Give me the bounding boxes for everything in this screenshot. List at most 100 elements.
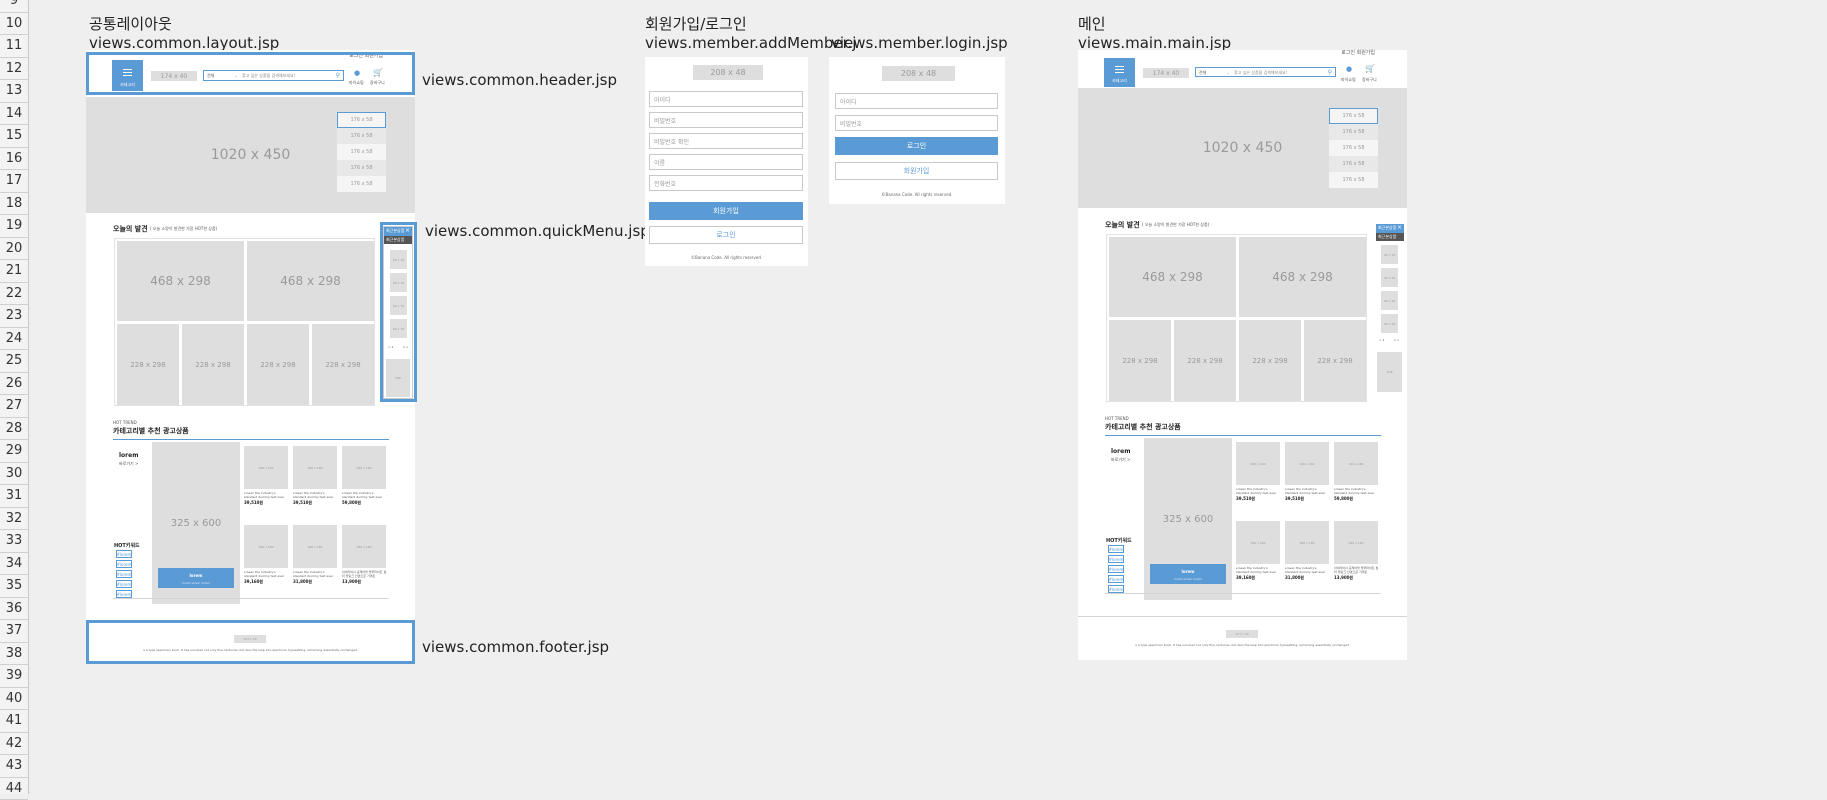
row-number[interactable]: 26	[0, 373, 28, 396]
keyword-tag[interactable]: #lorem	[116, 570, 132, 578]
main-footer-logo-placeholder[interactable]: 157 x 34	[1226, 630, 1258, 638]
row-number[interactable]: 41	[0, 710, 28, 733]
quick-menu-item[interactable]: 90 x 76	[1381, 314, 1398, 333]
product-image[interactable]: 160 x 160	[244, 446, 288, 489]
product-image[interactable]: 160 x 160	[1236, 521, 1280, 564]
banner-side-item[interactable]: 176 x 58	[1329, 156, 1378, 172]
product-image[interactable]: 160 x 160	[1334, 442, 1378, 485]
today-small-item[interactable]: 228 x 298	[1239, 320, 1301, 401]
banner-side-item[interactable]: 176 x 58	[337, 144, 386, 160]
row-number[interactable]: 25	[0, 350, 28, 373]
row-number[interactable]: 38	[0, 643, 28, 666]
row-number[interactable]: 10	[0, 13, 28, 36]
row-number[interactable]: 21	[0, 260, 28, 283]
row-number[interactable]: 14	[0, 103, 28, 126]
quick-menu-item[interactable]: 90 x 76	[1381, 291, 1398, 310]
row-number[interactable]: 19	[0, 215, 28, 238]
row-number[interactable]: 18	[0, 193, 28, 216]
quick-menu-top-button[interactable]: TOP	[1377, 352, 1402, 392]
row-number[interactable]: 36	[0, 598, 28, 621]
row-number[interactable]: 32	[0, 508, 28, 531]
banner-side-item[interactable]: 176 x 58	[337, 128, 386, 144]
user-icon[interactable]: ●	[1346, 65, 1352, 73]
row-number[interactable]: 16	[0, 148, 28, 171]
row-number[interactable]: 42	[0, 733, 28, 756]
row-number[interactable]: 13	[0, 80, 28, 103]
banner-side-item[interactable]: 176 x 58	[337, 176, 386, 192]
row-number[interactable]: 40	[0, 688, 28, 711]
quick-menu-next[interactable]: 1 >	[1394, 337, 1399, 343]
row-number[interactable]: 27	[0, 395, 28, 418]
main-search-category[interactable]: 전체	[1199, 70, 1206, 76]
main-search-input[interactable]: 찾고 싶은 상품을 검색해보세요!	[1234, 70, 1287, 76]
signup-name-field[interactable]: 이름	[649, 154, 803, 170]
row-number[interactable]: 20	[0, 238, 28, 261]
today-small-item[interactable]: 228 x 298	[117, 324, 179, 405]
today-small-item[interactable]: 228 x 298	[1109, 320, 1171, 401]
category-ad-button[interactable]: lorem lorem lorem lorem	[158, 568, 234, 588]
row-number[interactable]: 17	[0, 170, 28, 193]
main-logo-placeholder[interactable]: 174 x 40	[1143, 68, 1189, 78]
keyword-tag[interactable]: #lorem	[116, 590, 132, 598]
row-number[interactable]: 23	[0, 305, 28, 328]
row-number[interactable]: 39	[0, 665, 28, 688]
row-number[interactable]: 33	[0, 530, 28, 553]
keyword-tag[interactable]: #lorem	[1108, 555, 1124, 563]
quick-menu-prev[interactable]: < 1	[1379, 337, 1384, 343]
banner-side-item[interactable]: 176 x 58	[1329, 124, 1378, 140]
cart-icon[interactable]: 🛒	[1365, 64, 1375, 73]
login-join-button[interactable]: 회원가입	[835, 162, 998, 180]
keyword-tag[interactable]: #lorem	[1108, 585, 1124, 593]
product-image[interactable]: 160 x 160	[293, 446, 337, 489]
row-number[interactable]: 15	[0, 125, 28, 148]
keyword-tag[interactable]: #lorem	[116, 580, 132, 588]
keyword-tag[interactable]: #lorem	[116, 560, 132, 568]
main-search-bar[interactable]: 전체 ⌄ 찾고 싶은 상품을 검색해보세요! ⚲	[1195, 67, 1336, 77]
quick-menu-item[interactable]: 90 x 76	[1381, 245, 1398, 264]
today-small-item[interactable]: 228 x 298	[247, 324, 309, 405]
row-number[interactable]: 11	[0, 35, 28, 58]
keyword-tag[interactable]: #lorem	[1108, 545, 1124, 553]
today-big-item[interactable]: 468 x 298	[247, 241, 374, 321]
banner-side-item[interactable]: 176 x 58	[1329, 172, 1378, 188]
product-image[interactable]: 160 x 160	[244, 525, 288, 568]
today-small-item[interactable]: 228 x 298	[312, 324, 374, 405]
keyword-tag[interactable]: #lorem	[1108, 565, 1124, 573]
banner-side-item[interactable]: 176 x 58	[1329, 140, 1378, 156]
product-image[interactable]: 160 x 160	[1334, 521, 1378, 564]
keyword-tag[interactable]: #lorem	[1108, 575, 1124, 583]
row-number[interactable]: 43	[0, 755, 28, 778]
signup-id-field[interactable]: 아이디	[649, 91, 803, 107]
main-category-lorem-link[interactable]: 바로가기 >	[1111, 457, 1130, 463]
main-category-menu-button[interactable]: 카테고리	[1104, 58, 1135, 87]
category-lorem-link[interactable]: 바로가기 >	[119, 461, 138, 467]
row-number[interactable]: 31	[0, 485, 28, 508]
row-number[interactable]: 28	[0, 418, 28, 441]
banner-side-item[interactable]: 176 x 58	[337, 160, 386, 176]
row-number[interactable]: 24	[0, 328, 28, 351]
product-image[interactable]: 160 x 160	[293, 525, 337, 568]
signup-login-button[interactable]: 로그인	[649, 226, 803, 244]
product-image[interactable]: 160 x 160	[342, 446, 386, 489]
signup-password-confirm-field[interactable]: 비밀번호 확인	[649, 133, 803, 149]
row-number[interactable]: 35	[0, 575, 28, 598]
close-icon[interactable]: ×	[1397, 224, 1402, 232]
row-number[interactable]: 22	[0, 283, 28, 306]
login-id-field[interactable]: 아이디	[835, 93, 998, 109]
row-number[interactable]: 34	[0, 553, 28, 576]
today-big-item[interactable]: 468 x 298	[117, 241, 244, 321]
banner-side-item[interactable]: 176 x 58	[337, 112, 386, 128]
row-number[interactable]: 9	[0, 0, 28, 13]
today-small-item[interactable]: 228 x 298	[1304, 320, 1366, 401]
banner-side-item[interactable]: 176 x 58	[1329, 108, 1378, 124]
product-image[interactable]: 160 x 160	[1285, 521, 1329, 564]
row-number[interactable]: 44	[0, 778, 28, 800]
main-category-ad-button[interactable]: lorem lorem lorem lorem	[1150, 564, 1226, 584]
search-icon[interactable]: ⚲	[1328, 69, 1332, 76]
row-number[interactable]: 30	[0, 463, 28, 486]
signup-logo-placeholder[interactable]: 208 x 48	[693, 65, 763, 80]
product-image[interactable]: 160 x 160	[342, 525, 386, 568]
product-image[interactable]: 160 x 160	[1285, 442, 1329, 485]
row-number[interactable]: 29	[0, 440, 28, 463]
login-submit-button[interactable]: 로그인	[835, 137, 998, 155]
